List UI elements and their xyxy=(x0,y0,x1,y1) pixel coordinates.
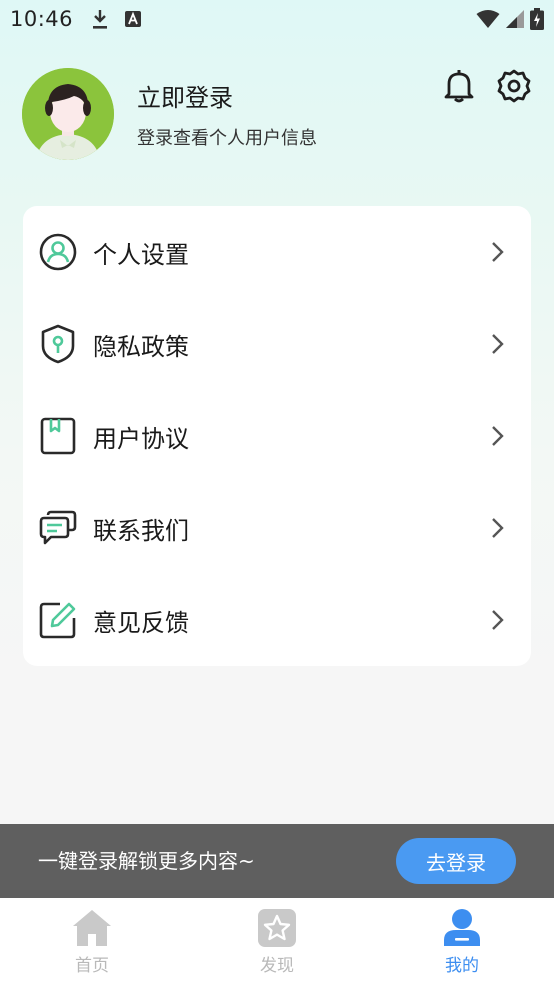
person-icon xyxy=(444,909,480,946)
avatar[interactable] xyxy=(22,68,114,160)
status-bar: 10:46 xyxy=(0,0,554,38)
menu-item-label: 个人设置 xyxy=(93,240,189,269)
agreement-book-icon xyxy=(38,416,78,456)
tab-mine[interactable]: 我的 xyxy=(370,898,554,984)
shield-icon xyxy=(38,324,78,364)
menu-item-label: 意见反馈 xyxy=(93,608,189,637)
tab-discover[interactable]: 发现 xyxy=(185,898,369,984)
menu-item-privacy-policy[interactable]: 隐私政策 xyxy=(23,298,531,390)
star-icon xyxy=(258,909,296,947)
login-title[interactable]: 立即登录 xyxy=(137,78,233,113)
chevron-right-icon xyxy=(492,242,504,262)
chat-bubbles-icon xyxy=(38,508,78,548)
login-banner: 一键登录解锁更多内容~ 去登录 xyxy=(0,824,554,898)
go-login-button[interactable]: 去登录 xyxy=(396,838,516,884)
menu-item-label: 隐私政策 xyxy=(93,332,189,361)
login-banner-text: 一键登录解锁更多内容~ xyxy=(38,849,255,873)
settings-button[interactable] xyxy=(496,68,532,104)
menu-item-user-agreement[interactable]: 用户协议 xyxy=(23,390,531,482)
login-subtitle: 登录查看个人用户信息 xyxy=(137,128,317,149)
menu-item-label: 联系我们 xyxy=(93,516,189,545)
gear-icon xyxy=(497,69,531,103)
menu-item-contact-us[interactable]: 联系我们 xyxy=(23,482,531,574)
keyboard-a-icon xyxy=(125,11,142,27)
menu-item-feedback[interactable]: 意见反馈 xyxy=(23,574,531,666)
status-time: 10:46 xyxy=(10,7,74,31)
notification-button[interactable] xyxy=(441,68,477,104)
edit-feedback-icon xyxy=(38,600,78,640)
menu-card: 个人设置 隐私政策 用户协议 联系我们 意见反馈 xyxy=(23,206,531,666)
tab-discover-label: 发现 xyxy=(260,956,294,976)
menu-item-personal-settings[interactable]: 个人设置 xyxy=(23,206,531,298)
download-icon xyxy=(93,10,108,29)
user-profile-icon xyxy=(38,232,78,272)
bell-icon xyxy=(444,70,474,103)
chevron-right-icon xyxy=(492,518,504,538)
home-icon xyxy=(73,910,111,946)
tab-home-label: 首页 xyxy=(75,956,109,976)
chevron-right-icon xyxy=(492,426,504,446)
avatar-illustration xyxy=(22,68,114,160)
chevron-right-icon xyxy=(492,610,504,630)
battery-charging-icon xyxy=(530,8,544,30)
chevron-right-icon xyxy=(492,334,504,354)
menu-item-label: 用户协议 xyxy=(93,424,189,453)
bottom-nav: 首页 发现 我的 xyxy=(0,898,554,984)
signal-icon xyxy=(506,10,524,28)
tab-home[interactable]: 首页 xyxy=(0,898,184,984)
tab-mine-label: 我的 xyxy=(445,956,479,976)
wifi-icon xyxy=(476,10,500,28)
